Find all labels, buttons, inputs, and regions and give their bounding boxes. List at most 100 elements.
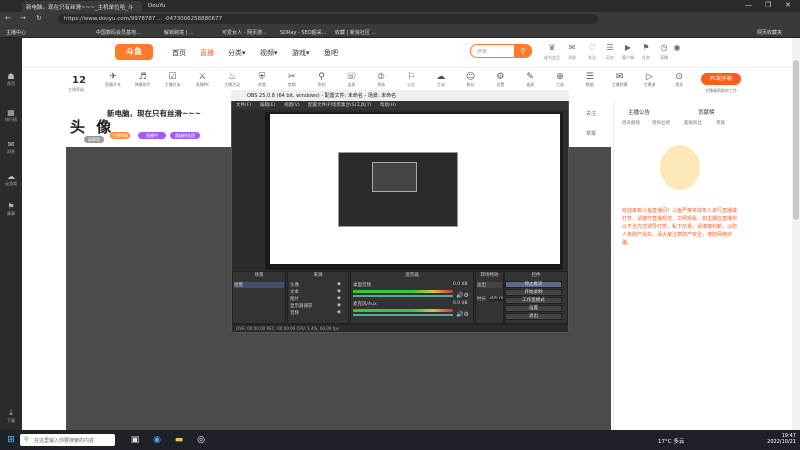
source-item[interactable]: 文本 [290, 289, 299, 295]
windows-start-icon[interactable]: ⊞ [4, 434, 18, 446]
task-view-icon[interactable]: ▣ [128, 434, 142, 446]
follow-button[interactable]: 关注 [586, 110, 596, 117]
taskbar-search-input[interactable]: 在这里输入你要搜索的内容 [20, 434, 115, 446]
tool-item[interactable]: ☁ 互动 [426, 72, 456, 88]
volume-slider[interactable] [353, 295, 453, 297]
report-button[interactable]: 举报 [586, 130, 596, 137]
nav-home[interactable]: 首页 [172, 48, 186, 58]
file-explorer-icon[interactable]: ▬ [172, 434, 186, 446]
tool-item[interactable]: ⚲ 鱼吧 [307, 72, 337, 88]
avatar[interactable]: ◉ [670, 43, 684, 52]
client-icon[interactable]: ▶ [621, 43, 635, 52]
bookmark-item[interactable]: 收藏 | 新浪社区 ... [335, 29, 376, 36]
tool-item[interactable]: ✂ 剪辑 [277, 72, 307, 88]
subtab-superfans[interactable]: 超级粉丝 [684, 120, 702, 126]
bookmark-item[interactable]: 中国数码会员基地... [96, 29, 141, 36]
duration-input[interactable]: 300 ms [489, 296, 503, 301]
sidebar-item-message[interactable]: ✉ 消息 [0, 140, 22, 155]
tool-item[interactable]: ♨ 主播活动 [217, 72, 247, 88]
scrollbar-thumb[interactable] [793, 60, 799, 220]
scene-item[interactable]: 场景 [234, 282, 284, 288]
maximize-button[interactable]: ❐ [765, 1, 771, 9]
tool-item[interactable]: ☑ 主播任务 [158, 72, 188, 88]
speaker-icon[interactable]: 🔊⚙ [456, 292, 469, 299]
edge-browser-icon[interactable]: ◉ [150, 434, 164, 446]
heart-icon[interactable]: ♡ [585, 43, 599, 52]
search-button[interactable]: ⚲ [514, 44, 532, 58]
obs-menu-item[interactable]: 文件(F) [236, 102, 251, 108]
visibility-icon[interactable]: ◉ [337, 289, 341, 294]
source-item[interactable]: 头像 [290, 282, 299, 288]
tool-item[interactable]: ⊕ 工具 [545, 72, 575, 88]
bookmark-item[interactable]: 主播中心 [6, 29, 26, 36]
start-recording-button[interactable]: 开始录制 [505, 289, 562, 296]
obs-app-icon[interactable]: ◎ [194, 434, 208, 446]
bookmark-item[interactable]: 解锁跨境 | ... [164, 29, 194, 36]
obs-menu-item[interactable]: 帮助(H) [380, 102, 396, 108]
obs-menu-item[interactable]: 视图(V) [284, 102, 300, 108]
nav-live[interactable]: 直播 [200, 48, 214, 58]
nav-game[interactable]: 游戏▾ [292, 48, 310, 58]
tool-item[interactable]: ☏ 连麦 [336, 72, 366, 88]
tool-item[interactable]: ✎ 道具 [515, 72, 545, 88]
sidebar-item-download[interactable]: ⤓ 下载 [0, 408, 22, 424]
url-input[interactable]: https://www.douyu.com/9978787 ... -04730… [58, 14, 598, 24]
sidebar-item-event[interactable]: ⚑ 赛事 [0, 202, 22, 217]
back-icon[interactable]: ← [5, 14, 11, 22]
source-item[interactable]: 音频 [290, 310, 299, 316]
mail-icon[interactable]: ✉ [565, 43, 579, 52]
settings-button[interactable]: 设置 [505, 305, 562, 312]
tool-item[interactable]: ♔ 贵族 [366, 72, 396, 88]
exit-button[interactable]: 退出 [505, 313, 562, 320]
obs-menu-item[interactable]: 场景集合(S) [332, 102, 356, 108]
sidebar-item-cloud[interactable]: ☁ 云游戏 [0, 172, 22, 187]
browser-tab[interactable]: DouYu [144, 1, 184, 12]
minimize-button[interactable]: — [745, 1, 752, 9]
tool-item[interactable]: ⊙ 更多 [664, 72, 694, 88]
tool-item[interactable]: ☰ 数据 [575, 72, 605, 88]
obs-menu-item[interactable]: 编辑(E) [260, 102, 275, 108]
tool-item[interactable]: ✈ 直播开关 [98, 72, 128, 88]
refresh-icon[interactable]: ↻ [36, 14, 42, 22]
bookmark-item[interactable]: 可爱女人 - 网页游... [222, 29, 267, 36]
studio-mode-button[interactable]: 工作室模式 [505, 297, 562, 304]
source-item[interactable]: 显示器捕获 [290, 303, 313, 309]
subtab-week[interactable]: 周贡献榜 [622, 120, 640, 126]
obs-menu-item[interactable]: 工具(T) [356, 102, 371, 108]
site-logo[interactable]: 斗鱼 [115, 44, 153, 60]
system-clock[interactable]: 19:47 2022/10/21 [760, 433, 796, 445]
history-icon[interactable]: ☰ [603, 43, 617, 52]
tool-item[interactable]: ⚐ 公告 [396, 72, 426, 88]
live-icon[interactable]: ◷ [657, 43, 671, 52]
volume-slider[interactable] [353, 314, 453, 316]
bookmark-folder[interactable]: 网页收藏夹 [757, 29, 782, 36]
tool-item[interactable]: ▷ 主播课 [634, 72, 664, 88]
visibility-icon[interactable]: ◉ [337, 296, 341, 301]
nav-video[interactable]: 视频▾ [260, 48, 278, 58]
tab-contribution[interactable]: 贡献榜 [698, 108, 715, 116]
subtab-noble[interactable]: 贵族 [716, 120, 725, 126]
pc-assistant-button[interactable]: PC助手端 [701, 73, 741, 85]
mic-icon[interactable]: 🔊⚙ [456, 311, 469, 318]
tool-item[interactable]: ⚔ 直播PK [187, 72, 217, 88]
visibility-icon[interactable]: ◉ [337, 310, 341, 315]
tool-item[interactable]: ⚙ 设置 [485, 72, 515, 88]
tool-item[interactable]: ☺ 粉丝 [456, 72, 486, 88]
tool-item[interactable]: ⛨ 房管 [247, 72, 277, 88]
close-button[interactable]: ✕ [785, 1, 791, 9]
obs-menu-item[interactable]: 配置文件(P) [308, 102, 332, 108]
visibility-icon[interactable]: ◉ [337, 303, 341, 308]
forward-icon[interactable]: → [20, 14, 26, 22]
task-icon[interactable]: ⚑ [639, 43, 653, 52]
visibility-icon[interactable]: ◉ [337, 282, 341, 287]
source-item[interactable]: 图片 [290, 296, 299, 302]
sidebar-item-rank[interactable]: ▦ 排行榜 [0, 108, 22, 123]
tool-item[interactable]: ♬ 弹幕助手 [128, 72, 158, 88]
transition-select[interactable]: 淡出 [477, 282, 502, 288]
subtab-fans[interactable]: 周粉丝榜 [652, 120, 670, 126]
tab-announcement[interactable]: 主播公告 [628, 108, 650, 116]
tool-item[interactable]: ✉ 主播招募 [605, 72, 635, 88]
stop-streaming-button[interactable]: 停止推流 [505, 281, 562, 288]
nav-fishbar[interactable]: 鱼吧 [324, 48, 338, 58]
browser-tab-active[interactable]: 新电脑，现在只有丝滑~~~_主机单位哈_斗 [22, 1, 142, 12]
